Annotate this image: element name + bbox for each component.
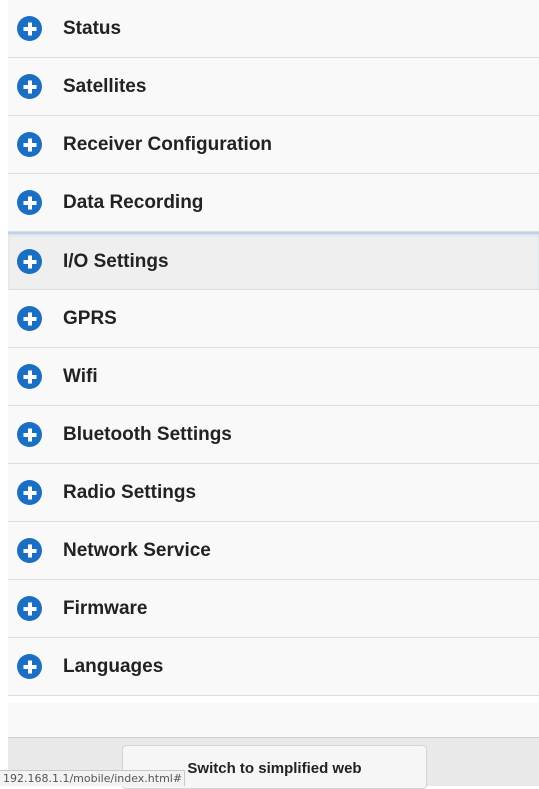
status-bar-url: 192.168.1.1/mobile/index.html# [0, 770, 186, 786]
menu-item-label: Receiver Configuration [63, 133, 273, 155]
menu-item-label: Data Recording [63, 191, 204, 213]
menu-item-label: Satellites [63, 75, 147, 97]
menu-item-status[interactable]: Status [8, 0, 539, 58]
plus-circle-icon [17, 249, 42, 274]
plus-circle-icon [17, 132, 42, 157]
menu-item-firmware[interactable]: Firmware [8, 580, 539, 638]
menu-item-label: Network Service [63, 539, 211, 561]
menu-item-bluetooth-settings[interactable]: Bluetooth Settings [8, 406, 539, 464]
menu-item-label: Firmware [63, 597, 148, 619]
menu-item-satellites[interactable]: Satellites [8, 58, 539, 116]
plus-circle-icon [17, 480, 42, 505]
plus-circle-icon [17, 16, 42, 41]
plus-circle-icon [17, 306, 42, 331]
plus-circle-icon [17, 422, 42, 447]
menu-item-wifi[interactable]: Wifi [8, 348, 539, 406]
menu-item-radio-settings[interactable]: Radio Settings [8, 464, 539, 522]
menu-item-receiver-configuration[interactable]: Receiver Configuration [8, 116, 539, 174]
menu-item-label: Languages [63, 655, 164, 677]
plus-circle-icon [17, 538, 42, 563]
menu-item-label: I/O Settings [63, 250, 169, 272]
plus-circle-icon [17, 74, 42, 99]
menu-item-languages[interactable]: Languages [8, 638, 539, 696]
menu-item-data-recording[interactable]: Data Recording [8, 174, 539, 232]
menu-item-label: Radio Settings [63, 481, 197, 503]
menu-item-network-service[interactable]: Network Service [8, 522, 539, 580]
menu-item-gprs[interactable]: GPRS [8, 290, 539, 348]
menu-item-label: Wifi [63, 365, 98, 387]
menu-item-io-settings[interactable]: I/O Settings [8, 232, 539, 290]
menu-item-label: Status [63, 17, 122, 39]
menu-item-label: Bluetooth Settings [63, 423, 232, 445]
plus-circle-icon [17, 596, 42, 621]
collapsible-menu: Status Satellites Receiver Configuration… [8, 0, 539, 696]
plus-circle-icon [17, 654, 42, 679]
plus-circle-icon [17, 364, 42, 389]
plus-circle-icon [17, 190, 42, 215]
menu-item-label: GPRS [63, 307, 117, 329]
